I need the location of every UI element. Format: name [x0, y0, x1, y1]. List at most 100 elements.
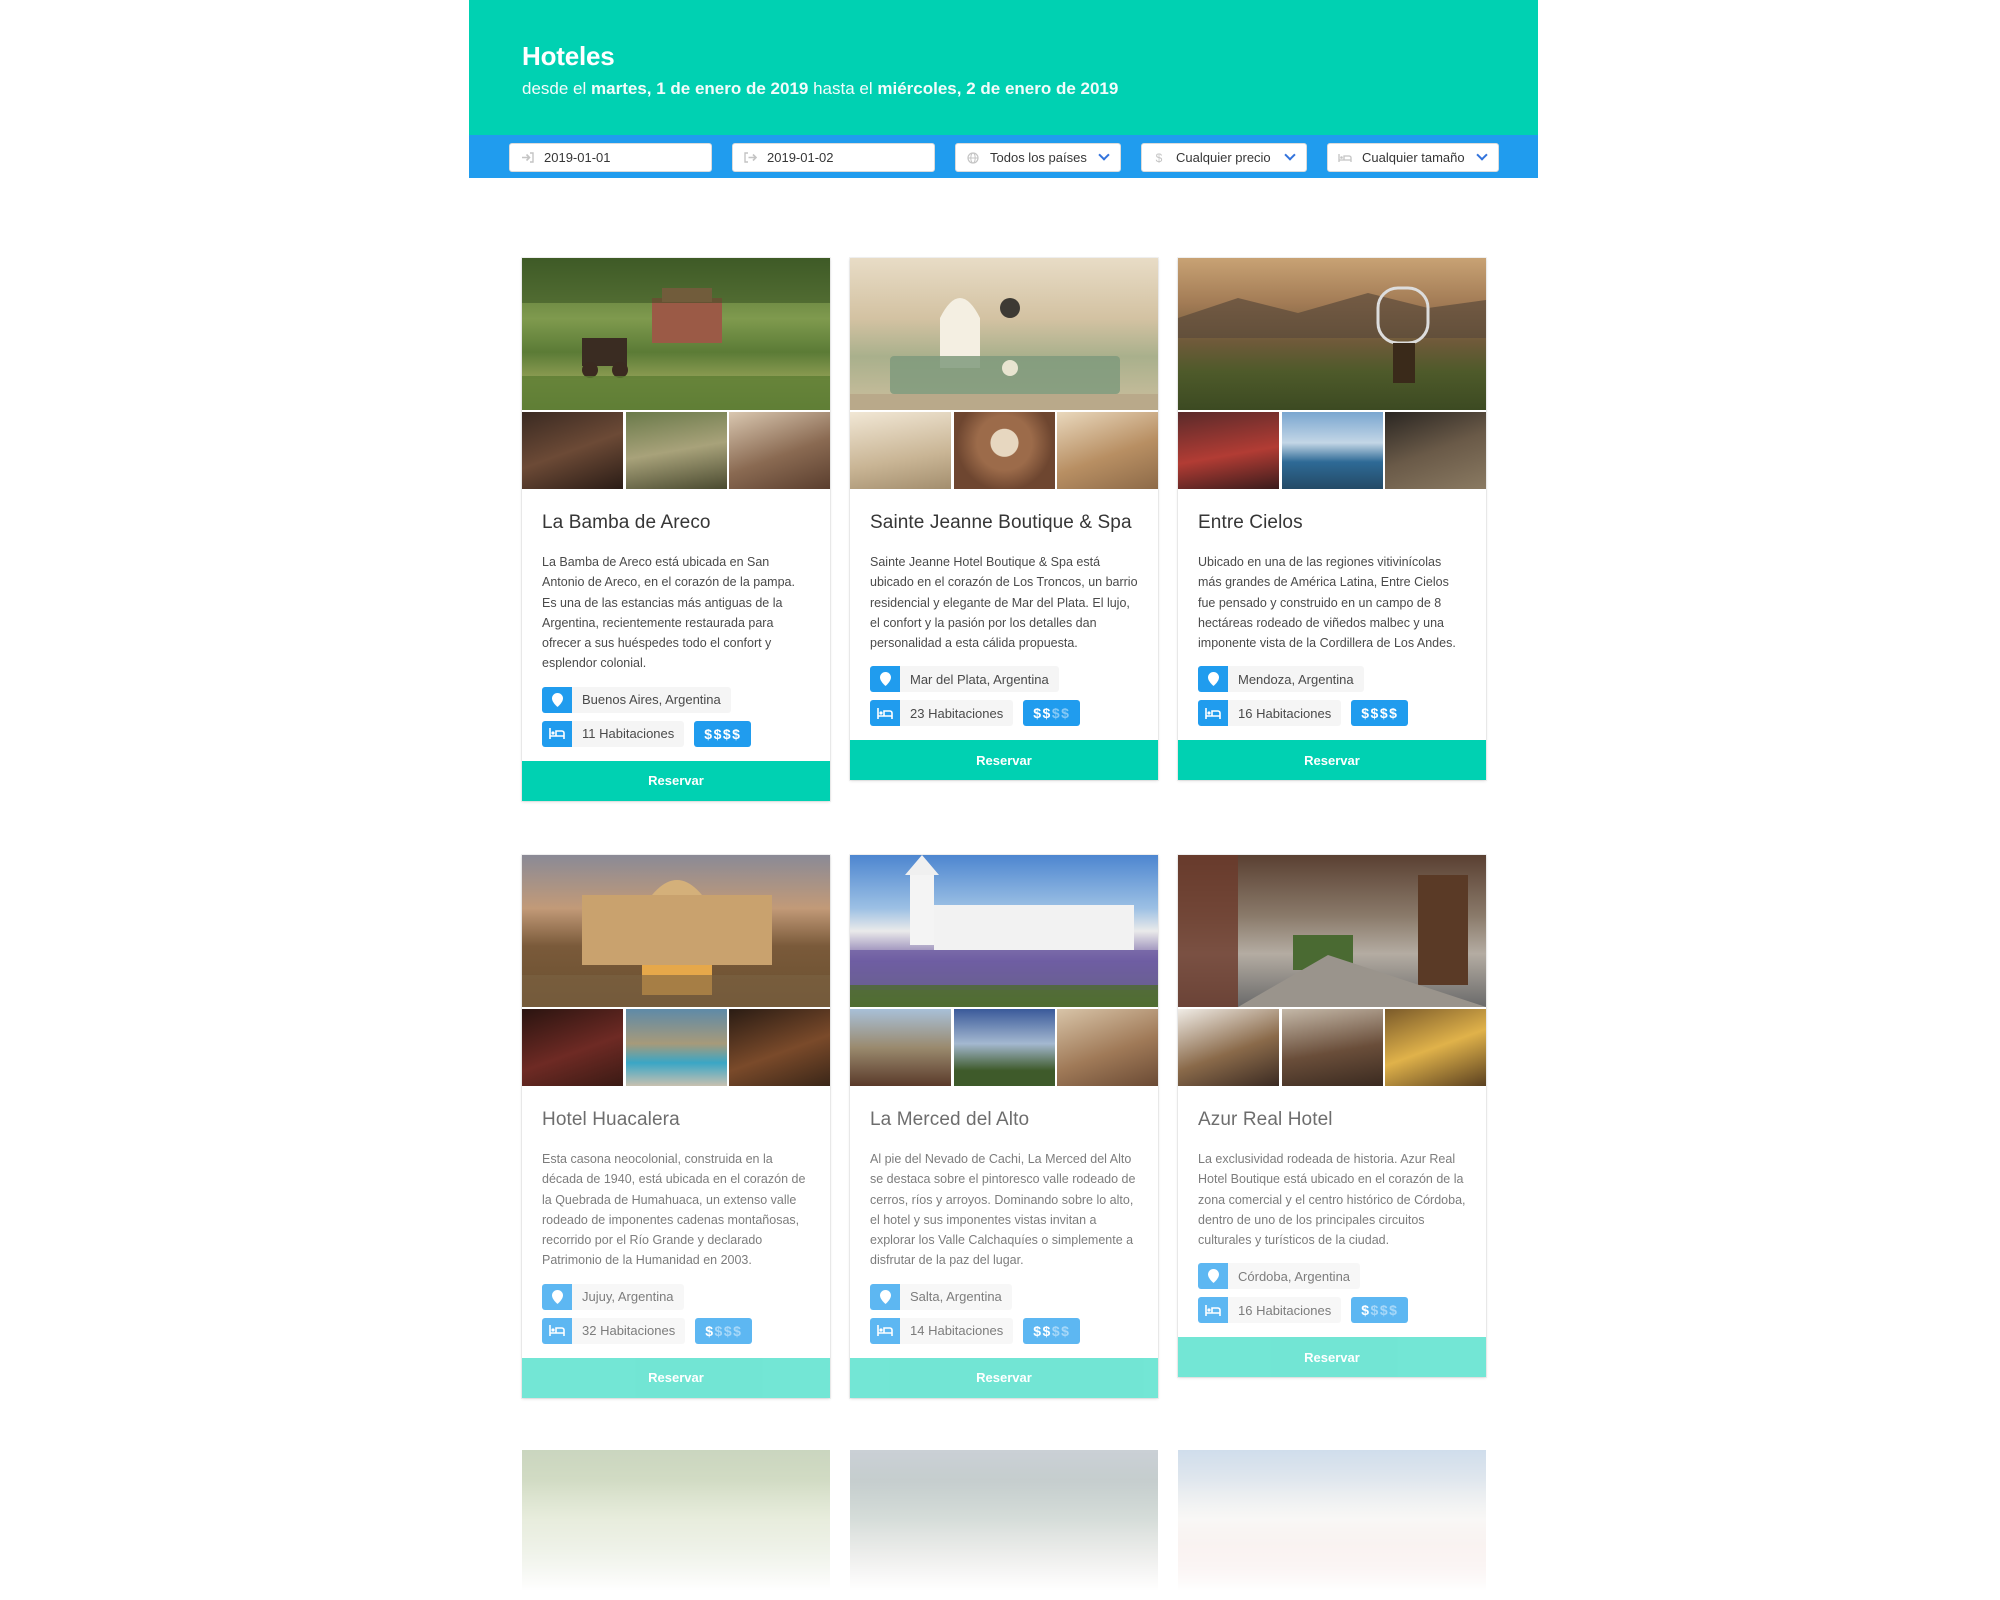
country-select[interactable]: Todos los países	[955, 143, 1121, 172]
price-badge: $ $ $ $	[1351, 700, 1409, 727]
hotel-thumb-photo[interactable]	[850, 1009, 951, 1086]
location-tag: Mendoza, Argentina	[1198, 666, 1466, 693]
hotel-thumb-photo[interactable]	[953, 1009, 1055, 1086]
hotel-name: La Bamba de Areco	[542, 512, 711, 533]
price-symbol: $	[1370, 705, 1380, 722]
reserve-button[interactable]: Reservar	[522, 1357, 830, 1398]
bed-icon	[870, 700, 900, 727]
reserve-button[interactable]: Reservar	[1178, 740, 1486, 781]
hotel-description: Ubicado en una de las regiones vitiviníc…	[1198, 555, 1456, 651]
price-symbol: $	[705, 1322, 715, 1339]
price-symbol: $	[723, 1322, 734, 1339]
hotel-thumb-photo[interactable]	[625, 412, 727, 489]
sign-out-icon	[743, 151, 757, 165]
hotel-main-photo[interactable]	[1178, 258, 1486, 410]
date-from: martes, 1 de enero de 2019	[591, 79, 809, 98]
size-select[interactable]: Cualquier tamaño	[1327, 143, 1499, 172]
hotel-card: Entre Cielos Ubicado en una de las regio…	[1178, 258, 1486, 781]
hotel-main-photo[interactable]	[1178, 1450, 1486, 1590]
price-badge: $ $ $ $	[695, 1317, 753, 1344]
price-symbol: $	[1033, 705, 1043, 722]
hotel-name: Hotel Huacalera	[542, 1109, 680, 1130]
hotel-thumb-photo[interactable]	[729, 412, 830, 489]
price-badge: $ $ $ $	[1023, 700, 1081, 727]
hotel-main-photo[interactable]	[850, 258, 1158, 410]
hotel-thumb-photo[interactable]	[1057, 412, 1158, 489]
hotel-main-photo[interactable]	[522, 855, 830, 1007]
hotel-photos	[522, 855, 830, 1086]
check-out-date-input[interactable]: 2019-01-02	[732, 143, 935, 172]
hotel-thumb-photo[interactable]	[1281, 412, 1383, 489]
hotel-photos	[1178, 855, 1486, 1086]
location-tag: Mar del Plata, Argentina	[870, 666, 1138, 693]
check-in-date-input[interactable]: 2019-01-01	[509, 143, 712, 172]
hotel-name: Sainte Jeanne Boutique & Spa	[870, 512, 1132, 533]
map-marker-icon	[542, 686, 572, 713]
app: Hoteles desde el martes, 1 de enero de 2…	[469, 0, 1538, 1600]
reserve-button[interactable]: Reservar	[522, 760, 830, 801]
price-badge: $ $ $ $	[694, 720, 752, 747]
bed-icon	[1338, 151, 1352, 165]
hotel-description: La Bamba de Areco está ubicada en San An…	[542, 555, 795, 671]
rooms-price-row: 14 Habitaciones $ $ $ $	[870, 1317, 1138, 1344]
hotel-thumb-photo[interactable]	[522, 412, 623, 489]
hotel-main-photo[interactable]	[850, 1450, 1158, 1590]
hotel-name: La Merced del Alto	[870, 1109, 1030, 1130]
hotel-thumb-photo[interactable]	[1281, 1009, 1383, 1086]
reserve-button[interactable]: Reservar	[850, 1357, 1158, 1398]
hotel-card: Hotel Huacalera Esta casona neocolonial,…	[522, 855, 830, 1398]
hotel-description: La exclusividad rodeada de historia. Azu…	[1198, 1152, 1466, 1248]
price-badge: $ $ $ $	[1351, 1297, 1409, 1324]
hotel-thumb-photo[interactable]	[625, 1009, 727, 1086]
hotel-thumb-photo[interactable]	[1057, 1009, 1158, 1086]
hotel-thumb-photo[interactable]	[729, 1009, 830, 1086]
map-marker-icon	[1198, 1263, 1228, 1290]
hotel-card: La Merced del Alto Al pie del Nevado de …	[850, 855, 1158, 1398]
hotel-name: Azur Real Hotel	[1198, 1109, 1333, 1130]
rooms-price-row: 11 Habitaciones $ $ $ $	[542, 720, 810, 747]
hotel-thumb-photo[interactable]	[1385, 1009, 1486, 1086]
map-marker-icon	[870, 666, 900, 693]
filters-bar: 2019-01-01 2019-01-02 Todos los países $…	[469, 135, 1538, 178]
chevron-down-icon	[1098, 149, 1110, 161]
location-tag: Córdoba, Argentina	[1198, 1263, 1466, 1290]
sign-in-icon	[520, 151, 534, 165]
rooms-price-row: 16 Habitaciones $ $ $ $	[1198, 1297, 1466, 1324]
hotel-photos	[1178, 258, 1486, 489]
price-symbol: $	[1061, 1322, 1071, 1339]
hotel-card-partial	[522, 1450, 830, 1590]
hotel-main-photo[interactable]	[522, 1450, 830, 1590]
hotel-thumb-photo[interactable]	[1178, 412, 1279, 489]
hotel-main-photo[interactable]	[522, 258, 830, 410]
price-symbol: $	[1361, 1302, 1371, 1319]
bed-icon	[1198, 1297, 1228, 1324]
hotel-thumb-photo[interactable]	[953, 412, 1055, 489]
hotel-description: Sainte Jeanne Hotel Boutique & Spa está …	[870, 555, 1138, 651]
price-symbol: $	[1389, 705, 1399, 722]
bed-icon	[542, 720, 572, 747]
price-symbol: $	[714, 1322, 724, 1339]
hotel-thumb-photo[interactable]	[1385, 412, 1486, 489]
price-symbol: $	[732, 725, 742, 742]
globe-icon	[966, 151, 980, 165]
price-select[interactable]: $ Cualquier precio	[1141, 143, 1307, 172]
price-symbol: $	[1042, 705, 1052, 722]
hotel-main-photo[interactable]	[1178, 855, 1486, 1007]
price-symbol: $	[704, 725, 714, 742]
price-symbol: $	[713, 725, 723, 742]
hotel-thumb-photo[interactable]	[522, 1009, 623, 1086]
reserve-button[interactable]: Reservar	[1178, 1337, 1486, 1378]
rooms-price-row: 23 Habitaciones $ $ $ $	[870, 700, 1138, 727]
hotel-thumb-photo[interactable]	[850, 412, 951, 489]
bed-icon	[542, 1317, 572, 1344]
hotel-description: Esta casona neocolonial, construida en l…	[542, 1152, 806, 1268]
hotel-main-photo[interactable]	[850, 855, 1158, 1007]
bed-icon	[1198, 700, 1228, 727]
price-symbol: $	[722, 725, 733, 742]
reserve-button[interactable]: Reservar	[850, 740, 1158, 781]
price-symbol: $	[1389, 1302, 1399, 1319]
hotel-card-partial	[1178, 1450, 1486, 1590]
hotel-thumb-photo[interactable]	[1178, 1009, 1279, 1086]
price-badge: $ $ $ $	[1023, 1317, 1081, 1344]
hero-banner: Hoteles desde el martes, 1 de enero de 2…	[469, 0, 1538, 135]
